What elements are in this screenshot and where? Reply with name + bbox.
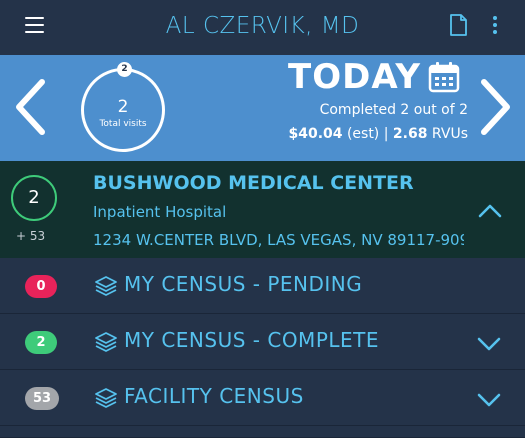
earnings-separator: | bbox=[383, 126, 389, 142]
facility-name: BUSHWOOD MEDICAL CENTER bbox=[93, 172, 414, 194]
census-row-partial bbox=[0, 427, 525, 438]
visits-badge: 2 bbox=[117, 62, 132, 77]
census-row-facility[interactable]: 53 FACILITY CENSUS bbox=[0, 371, 525, 426]
facility-visit-count: 2 bbox=[28, 187, 40, 208]
layers-icon bbox=[94, 330, 118, 358]
earnings-estimate-note: (est) bbox=[346, 126, 380, 142]
completed-status: Completed 2 out of 2 bbox=[319, 102, 468, 118]
total-visits-ring: 2 2 Total visits bbox=[81, 62, 165, 152]
pending-count-badge: 0 bbox=[25, 275, 57, 298]
daily-summary: 2 2 Total visits TODAY Completed 2 out o… bbox=[0, 55, 525, 161]
earnings-summary: $40.04 (est) | 2.68 RVUs bbox=[288, 126, 468, 142]
facility-address: 1234 W.CENTER BLVD, LAS VEGAS, NV 89117-… bbox=[93, 231, 464, 249]
today-label: TODAY bbox=[288, 57, 421, 97]
more-vertical-icon[interactable] bbox=[490, 16, 500, 38]
calendar-icon[interactable] bbox=[428, 61, 460, 97]
chevron-down-icon[interactable] bbox=[477, 336, 501, 355]
earnings-amount: $40.04 bbox=[288, 126, 343, 142]
app-bar: AL CZERVIK, MD bbox=[0, 0, 525, 55]
document-icon[interactable] bbox=[449, 14, 468, 41]
visits-label: Total visits bbox=[99, 119, 147, 129]
chevron-up-icon[interactable] bbox=[478, 203, 502, 222]
chevron-right-icon[interactable] bbox=[478, 78, 514, 140]
census-row-label: MY CENSUS - PENDING bbox=[124, 272, 363, 296]
facility-type: Inpatient Hospital bbox=[93, 203, 227, 221]
census-row-complete[interactable]: 2 MY CENSUS - COMPLETE bbox=[0, 315, 525, 370]
census-row-label: MY CENSUS - COMPLETE bbox=[124, 328, 380, 352]
layers-icon bbox=[94, 386, 118, 414]
complete-count-badge: 2 bbox=[25, 331, 57, 354]
census-row-label: FACILITY CENSUS bbox=[124, 384, 304, 408]
layers-icon bbox=[94, 274, 118, 302]
facility-census-count-badge: 53 bbox=[25, 387, 60, 410]
rvu-value: 2.68 bbox=[392, 126, 428, 142]
facility-census-extra: + 53 bbox=[16, 229, 46, 243]
census-row-pending[interactable]: 0 MY CENSUS - PENDING bbox=[0, 259, 525, 314]
chevron-left-icon[interactable] bbox=[12, 78, 48, 140]
facility-card[interactable]: 2 + 53 BUSHWOOD MEDICAL CENTER Inpatient… bbox=[0, 161, 525, 258]
chevron-down-icon[interactable] bbox=[477, 392, 501, 411]
facility-visit-ring: 2 bbox=[11, 175, 57, 221]
rvu-label: RVUs bbox=[431, 126, 468, 142]
visits-count: 2 bbox=[117, 97, 129, 117]
page-title: AL CZERVIK, MD bbox=[165, 13, 360, 39]
